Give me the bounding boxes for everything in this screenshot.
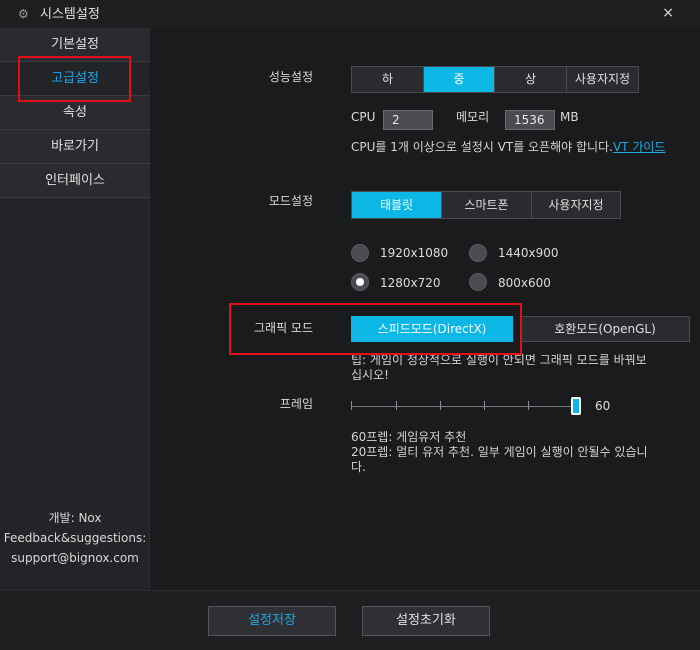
cpu-input[interactable]: 2 bbox=[383, 110, 433, 130]
frame-note-line1: 60프렙: 게임유저 추천 bbox=[351, 430, 467, 444]
sidebar: 기본설정 고급설정 속성 바로가기 인터페이스 개발: Nox Feedback… bbox=[0, 28, 150, 590]
vt-guide-link[interactable]: VT 가이드 bbox=[613, 140, 665, 154]
gear-icon: ⚙ bbox=[18, 7, 29, 21]
reset-settings-button[interactable]: 설정초기화 bbox=[362, 606, 490, 636]
frame-note: 60프렙: 게임유저 추천 20프렙: 멀티 유저 추천. 일부 게임이 실행이… bbox=[351, 430, 691, 475]
resolution-radio-1280[interactable] bbox=[351, 273, 369, 291]
frame-slider-tick bbox=[396, 401, 397, 410]
mode-selector: 태블릿 스마트폰 사용자지정 bbox=[351, 191, 621, 219]
memory-label: 메모리 bbox=[456, 110, 490, 124]
resolution-label-1280: 1280x720 bbox=[380, 276, 441, 290]
mode-option-custom[interactable]: 사용자지정 bbox=[532, 192, 620, 218]
performance-option-high[interactable]: 상 bbox=[495, 67, 567, 92]
resolution-label-800: 800x600 bbox=[498, 276, 551, 290]
developer-text: 개발: Nox bbox=[48, 511, 102, 525]
resolution-label-1440: 1440x900 bbox=[498, 246, 559, 260]
frame-slider-tick bbox=[440, 401, 441, 410]
close-button[interactable]: × bbox=[662, 5, 674, 21]
graphics-tip-line2: 십시오! bbox=[351, 368, 389, 382]
graphics-tip-line1: 팁: 게임이 정상적으로 실행이 안되면 그래픽 모드를 바꿔보 bbox=[351, 353, 647, 367]
performance-option-low[interactable]: 하 bbox=[352, 67, 424, 92]
performance-option-custom[interactable]: 사용자지정 bbox=[567, 67, 638, 92]
feedback-text: Feedback&suggestions: bbox=[3, 531, 147, 545]
frame-value: 60 bbox=[595, 399, 611, 413]
graphics-tip: 팁: 게임이 정상적으로 실행이 안되면 그래픽 모드를 바꿔보 십시오! bbox=[351, 353, 691, 383]
mode-option-tablet[interactable]: 태블릿 bbox=[352, 192, 442, 218]
graphics-option-opengl[interactable]: 호환모드(OpenGL) bbox=[520, 316, 690, 342]
frame-note-line2: 20프렙: 멀티 유저 추천. 일부 게임이 실행이 안될수 있습니 bbox=[351, 445, 648, 459]
memory-input[interactable]: 1536 bbox=[505, 110, 555, 130]
title-bar: ⚙ 시스템설정 × bbox=[0, 0, 700, 28]
support-email: support@bignox.com bbox=[11, 551, 139, 565]
performance-label: 성능설정 bbox=[268, 70, 313, 84]
frame-slider-tick bbox=[351, 401, 352, 410]
frame-slider-tick bbox=[528, 401, 529, 410]
sidebar-item-shortcuts[interactable]: 바로가기 bbox=[0, 130, 150, 164]
resolution-radio-1440[interactable] bbox=[469, 244, 487, 262]
save-settings-button[interactable]: 설정저장 bbox=[208, 606, 336, 636]
settings-panel: 성능설정 하 중 상 사용자지정 CPU 2 메모리 1536 MB CPU를 … bbox=[151, 28, 700, 590]
memory-unit: MB bbox=[560, 110, 579, 124]
window-title: 시스템설정 bbox=[40, 7, 100, 22]
frame-note-line3: 다. bbox=[351, 460, 366, 474]
frame-slider-tick bbox=[484, 401, 485, 410]
frame-slider-thumb[interactable] bbox=[571, 397, 581, 415]
graphics-option-directx[interactable]: 스피드모드(DirectX) bbox=[351, 316, 513, 342]
frame-label: 프레임 bbox=[279, 397, 313, 411]
frame-slider-track[interactable] bbox=[351, 406, 579, 407]
sidebar-footer: 개발: Nox Feedback&suggestions: support@bi… bbox=[0, 508, 150, 568]
performance-option-medium[interactable]: 중 bbox=[424, 67, 495, 92]
bottom-bar: 설정저장 설정초기화 bbox=[0, 590, 700, 650]
resolution-radio-1920[interactable] bbox=[351, 244, 369, 262]
mode-option-smartphone[interactable]: 스마트폰 bbox=[442, 192, 532, 218]
graphics-mode-label: 그래픽 모드 bbox=[253, 321, 313, 335]
vt-note-text: CPU를 1개 이상으로 설정시 VT를 오픈해야 합니다. bbox=[351, 140, 613, 154]
sidebar-item-basic-settings[interactable]: 기본설정 bbox=[0, 28, 150, 62]
sidebar-item-advanced-settings[interactable]: 고급설정 bbox=[0, 62, 150, 96]
cpu-label: CPU bbox=[351, 110, 376, 124]
resolution-label-1920: 1920x1080 bbox=[380, 246, 449, 260]
sidebar-item-properties[interactable]: 속성 bbox=[0, 96, 150, 130]
vt-note: CPU를 1개 이상으로 설정시 VT를 오픈해야 합니다.VT 가이드 bbox=[351, 140, 681, 155]
mode-label: 모드설정 bbox=[268, 194, 313, 208]
resolution-radio-800[interactable] bbox=[469, 273, 487, 291]
performance-selector: 하 중 상 사용자지정 bbox=[351, 66, 639, 93]
sidebar-item-interface[interactable]: 인터페이스 bbox=[0, 164, 150, 198]
